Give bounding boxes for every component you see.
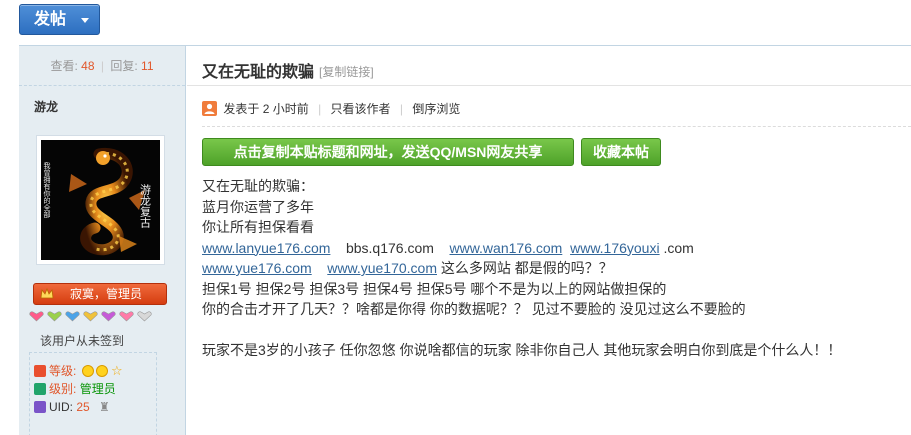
only-author-link[interactable]: 只看该作者 xyxy=(331,102,391,116)
site-link[interactable]: www.yue176.com xyxy=(202,260,312,276)
author-name[interactable]: 游龙 xyxy=(34,98,58,115)
star-icon: ☆ xyxy=(111,363,123,378)
rank-icon xyxy=(34,383,46,395)
heart-icon[interactable] xyxy=(101,310,116,322)
chevron-down-icon[interactable] xyxy=(81,18,89,23)
uid-value: 25 xyxy=(76,400,90,414)
replies-count: 11 xyxy=(141,59,154,73)
heart-icon[interactable] xyxy=(65,310,80,322)
dragon-icon: 我曾拥有你的全部 游龙复古 xyxy=(41,140,160,260)
avatar-caption-left: 我曾拥有你的全部 xyxy=(43,161,51,219)
site-text: bbs.q176.com xyxy=(345,239,434,256)
meta-divider: | xyxy=(318,102,322,116)
content-line: 又在无耻的欺骗： xyxy=(202,178,314,194)
stats-divider: | xyxy=(100,59,104,73)
author-sidebar: 查看: 48 | 回复: 11 游龙 我曾拥有你的全部 游龙复古 寂寞，管理员 … xyxy=(19,46,186,435)
heart-icon[interactable] xyxy=(119,310,134,322)
heart-icon[interactable] xyxy=(47,310,62,322)
post-main: 又在无耻的欺骗 [复制链接] 发表于 2 小时前 | 只看该作者 | 倒序浏览 … xyxy=(187,46,911,435)
new-post-label: 发帖 xyxy=(34,11,67,28)
site-link[interactable]: www.yue170.com xyxy=(327,260,437,276)
share-button[interactable]: 点击复制本贴标题和网址，发送QQ/MSN网友共享 xyxy=(202,138,574,166)
level-label: 等级: xyxy=(49,364,77,378)
new-post-button[interactable]: 发帖 xyxy=(19,4,100,35)
site-link[interactable]: www.wan176.com xyxy=(449,240,562,256)
views-label: 查看: xyxy=(50,59,78,73)
rank-value[interactable]: 管理员 xyxy=(80,382,116,396)
posted-time: 2 小时前 xyxy=(262,102,309,116)
content-gap xyxy=(202,320,841,340)
meta-divider: | xyxy=(399,102,404,116)
content-line: 你让所有担保看看 xyxy=(202,219,314,235)
content-line: www.lanyue176.com bbs.q176.com www.wan17… xyxy=(202,238,841,259)
uid-label: UID: xyxy=(49,400,73,414)
avatar[interactable]: 我曾拥有你的全部 游龙复古 xyxy=(36,135,165,265)
content-line: www.yue176.com www.yue170.com 这么多网站 都是假的… xyxy=(202,258,841,279)
rank-label: 级别: xyxy=(49,382,77,396)
content-line: 玩家不是3岁的小孩子 任你忽悠 你说啥都信的玩家 除非你自己人 其他玩家会明白你… xyxy=(202,341,842,358)
dragon-avatar-image: 我曾拥有你的全部 游龙复古 xyxy=(41,140,160,260)
author-info-box: 等级: ☆ 级别: 管理员 UID: 25 ♜ xyxy=(29,352,157,435)
role-badge: 寂寞，管理员 xyxy=(33,283,167,305)
heart-icon[interactable] xyxy=(137,310,152,322)
post-stats: 查看: 48 | 回复: 11 xyxy=(19,46,185,86)
heart-icon[interactable] xyxy=(29,310,44,322)
avatar-caption-right: 游龙复古 xyxy=(139,184,152,228)
content-line: 担保1号 担保2号 担保3号 担保4号 担保5号 哪个不是为以上的网站做担保的 xyxy=(202,280,667,297)
uid-row: UID: 25 ♜ xyxy=(34,399,110,415)
heart-icon[interactable] xyxy=(83,310,98,322)
user-icon xyxy=(202,101,217,116)
post-title: 又在无耻的欺骗 xyxy=(202,64,315,81)
site-link[interactable]: www.lanyue176.com xyxy=(202,240,330,256)
content-line: 蓝月你运营了多年 xyxy=(202,198,314,215)
title-bar: 又在无耻的欺骗 [复制链接] xyxy=(187,46,911,86)
content-divider xyxy=(202,126,911,127)
copy-link-button[interactable]: [复制链接] xyxy=(319,63,374,80)
content-line: 你的合击才开了几天？？啥都是你得 你的数据呢？？ 见过不要脸的 没见过这么不要脸… xyxy=(202,301,746,317)
shirt-icon: ♜ xyxy=(99,400,110,414)
level-icon xyxy=(34,365,46,377)
medal-row xyxy=(29,310,152,322)
smiley-icon xyxy=(95,365,108,377)
post-meta: 发表于 2 小时前 | 只看该作者 | 倒序浏览 xyxy=(202,100,460,117)
views-count: 48 xyxy=(81,59,95,73)
sign-in-note: 该用户从未签到 xyxy=(40,334,125,348)
level-row: 等级: ☆ xyxy=(34,363,123,379)
post-content: 又在无耻的欺骗： 蓝月你运营了多年 你让所有担保看看 www.lanyue176… xyxy=(202,176,841,360)
rank-row: 级别: 管理员 xyxy=(34,381,116,397)
posted-prefix: 发表于 xyxy=(223,102,260,116)
uid-icon xyxy=(34,401,46,413)
replies-label: 回复: xyxy=(110,59,138,73)
site-text: .com xyxy=(663,239,694,256)
site-text: 这么多网站 都是假的吗？？ xyxy=(440,260,613,276)
site-link[interactable]: www.176youxi xyxy=(570,240,660,256)
role-label: 寂寞，管理员 xyxy=(69,287,142,301)
favorite-button[interactable]: 收藏本帖 xyxy=(581,138,661,166)
crown-icon xyxy=(40,287,54,299)
smiley-icon xyxy=(81,365,94,377)
reverse-order-link[interactable]: 倒序浏览 xyxy=(412,102,460,116)
